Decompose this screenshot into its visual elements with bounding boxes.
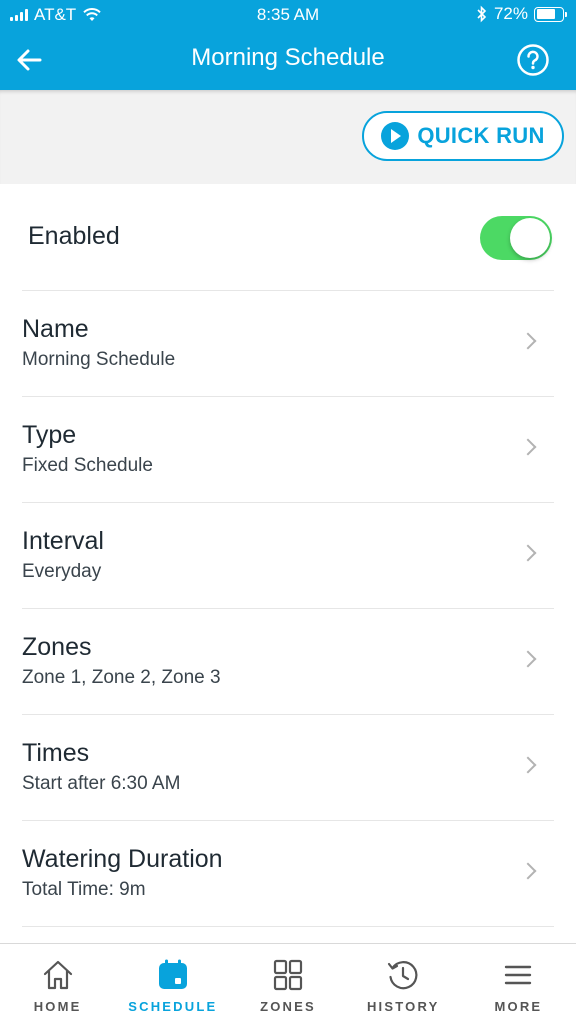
row-subtitle: Start after 6:30 AM <box>22 773 181 794</box>
row-title: Type <box>22 421 77 449</box>
quick-run-area: QUICK RUN <box>0 90 576 184</box>
row-title: Interval <box>22 527 104 555</box>
chevron-right-icon <box>519 544 537 562</box>
tab-zones[interactable]: ZONES <box>230 944 345 1024</box>
enabled-label: Enabled <box>28 222 120 250</box>
quick-run-label: QUICK RUN <box>417 123 545 148</box>
setting-row-zones[interactable]: Zones Zone 1, Zone 2, Zone 3 <box>22 609 554 715</box>
calendar-icon <box>158 959 187 989</box>
row-subtitle: Fixed Schedule <box>22 455 153 476</box>
enabled-row: Enabled <box>22 184 554 291</box>
row-title: Times <box>22 739 90 767</box>
settings-list: Name Morning Schedule Type Fixed Schedul… <box>22 291 554 927</box>
status-right: 72% <box>476 4 567 24</box>
chevron-right-icon <box>519 862 537 880</box>
row-title: Name <box>22 315 89 343</box>
tab-schedule[interactable]: SCHEDULE <box>115 944 230 1024</box>
tab-home[interactable]: HOME <box>0 944 115 1024</box>
setting-row-name[interactable]: Name Morning Schedule <box>22 291 554 397</box>
history-icon <box>388 961 418 990</box>
tab-label: HOME <box>33 999 82 1014</box>
question-circle-icon <box>517 44 549 76</box>
row-subtitle: Zone 1, Zone 2, Zone 3 <box>22 667 221 688</box>
row-title: Zones <box>22 633 92 661</box>
tab-history[interactable]: HISTORY <box>346 944 461 1024</box>
tab-bar: HOME SCHEDULE ZONES HISTORY MORE <box>0 943 576 1024</box>
grid-icon <box>273 959 303 991</box>
play-circle-icon <box>381 122 410 150</box>
chevron-right-icon <box>519 438 537 456</box>
toggle-knob <box>510 218 550 258</box>
chevron-right-icon <box>519 756 537 774</box>
chevron-right-icon <box>519 650 537 668</box>
page-title: Morning Schedule <box>191 44 385 71</box>
tab-label: MORE <box>494 999 543 1014</box>
help-button[interactable] <box>516 43 550 77</box>
status-bar: AT&T 8:35 AM 72% <box>0 0 576 30</box>
tab-label: SCHEDULE <box>128 999 218 1014</box>
row-subtitle: Morning Schedule <box>22 349 176 370</box>
battery-icon <box>534 6 567 22</box>
row-title: Watering Duration <box>22 845 223 873</box>
tab-label: ZONES <box>260 999 316 1014</box>
nav-bar: Morning Schedule <box>0 30 576 90</box>
battery-percent: 72% <box>493 4 528 23</box>
menu-icon <box>505 965 532 985</box>
setting-row-watering-duration[interactable]: Watering Duration Total Time: 9m <box>22 821 554 927</box>
tab-label: HISTORY <box>366 999 440 1014</box>
setting-row-times[interactable]: Times Start after 6:30 AM <box>22 715 554 821</box>
chevron-right-icon <box>519 332 537 350</box>
battery-fill <box>536 9 555 19</box>
setting-row-type[interactable]: Type Fixed Schedule <box>22 397 554 503</box>
row-subtitle: Total Time: 9m <box>22 879 146 900</box>
setting-row-interval[interactable]: Interval Everyday <box>22 503 554 609</box>
quick-run-button[interactable]: QUICK RUN <box>362 111 564 161</box>
row-subtitle: Everyday <box>22 561 102 582</box>
home-icon <box>43 960 72 990</box>
bluetooth-icon <box>477 5 487 23</box>
enabled-toggle[interactable] <box>480 216 552 260</box>
tab-more[interactable]: MORE <box>461 944 576 1024</box>
